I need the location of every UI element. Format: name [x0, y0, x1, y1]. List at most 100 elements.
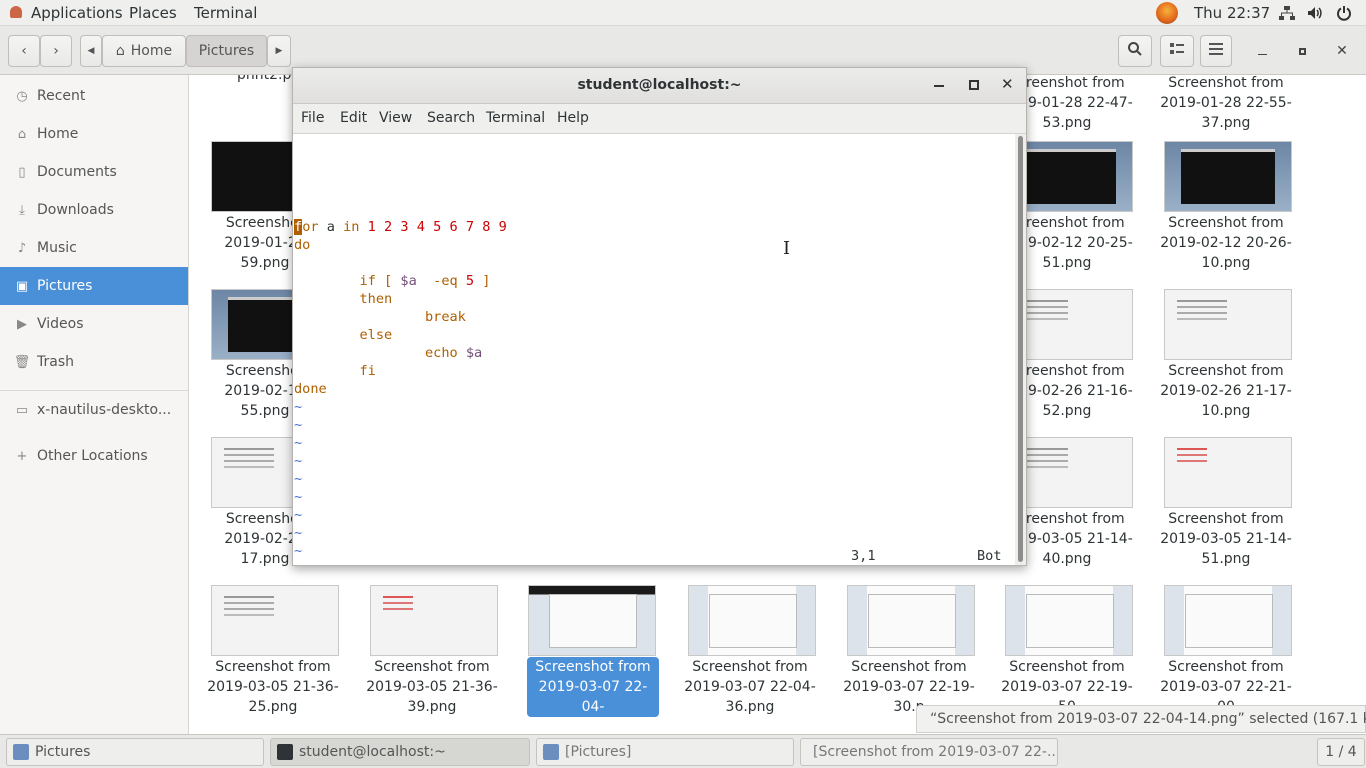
- sidebar-item-trash[interactable]: 🗑 Trash: [0, 343, 188, 381]
- chevron-left-icon: ‹: [21, 43, 27, 59]
- terminal-content[interactable]: for a in 1 2 3 4 5 6 7 8 9 do if [ $a -e…: [293, 134, 1015, 565]
- terminal-window[interactable]: student@localhost:~ ✕ File Edit View Sea…: [292, 67, 1027, 566]
- code-line: done: [294, 381, 327, 397]
- file-name: Screenshot from 2019-03-07 22-04- 36.png: [684, 659, 816, 715]
- sidebar-item-documents[interactable]: ▯ Documents: [0, 153, 188, 191]
- code-line: if [ $a -eq 5 ]: [294, 273, 491, 289]
- terminal-titlebar[interactable]: student@localhost:~ ✕: [293, 68, 1026, 104]
- terminal-maximize-button[interactable]: [969, 80, 979, 90]
- folder-icon: ▭: [15, 402, 29, 418]
- terminal-menu[interactable]: Terminal: [194, 4, 257, 22]
- network-icon[interactable]: [1278, 4, 1296, 22]
- file-thumbnail: [1164, 289, 1292, 360]
- sidebar-item-x-nautilus-desktop[interactable]: ▭ x-nautilus-deskto...: [0, 391, 188, 429]
- scrollbar-thumb[interactable]: [1018, 136, 1023, 562]
- terminal-menu-view[interactable]: View: [379, 110, 412, 126]
- terminal-menu-search[interactable]: Search: [427, 110, 475, 126]
- firefox-icon[interactable]: [1156, 2, 1178, 24]
- terminal-title: student@localhost:~: [577, 77, 742, 93]
- file-thumbnail: [528, 585, 656, 656]
- code-line: else: [294, 327, 393, 343]
- empty-line-marker: ~: [294, 543, 303, 559]
- task-pictures-2[interactable]: [Pictures]: [536, 738, 794, 766]
- terminal-menubar: File Edit View Search Terminal Help: [293, 104, 1026, 134]
- file-name: Screenshot from 2019-03-07 22-04- 14.png: [527, 657, 659, 734]
- maximize-icon: [1298, 47, 1306, 55]
- path-scroll-left-button[interactable]: ◀: [80, 35, 102, 67]
- forward-button[interactable]: ›: [40, 35, 72, 67]
- applications-menu[interactable]: Applications: [31, 4, 123, 22]
- terminal-menu-terminal[interactable]: Terminal: [486, 110, 545, 126]
- code-line: break: [294, 309, 466, 325]
- minimize-button[interactable]: [1254, 43, 1270, 59]
- file-name: Screenshot from 2019-03-05 21-36- 39.png: [366, 659, 498, 715]
- path-home-button[interactable]: ⌂ Home: [102, 35, 186, 67]
- sidebar-item-other-locations[interactable]: + Other Locations: [0, 437, 188, 475]
- minimize-icon: [1257, 53, 1267, 55]
- plus-icon: +: [16, 448, 28, 464]
- search-icon: [1127, 41, 1143, 61]
- triangle-right-icon: ▶: [275, 46, 283, 56]
- file-thumbnail: [847, 585, 975, 656]
- code-line: for a in 1 2 3 4 5 6 7 8 9: [294, 219, 507, 235]
- top-bar: Applications Places Terminal Thu 22:37: [0, 0, 1366, 26]
- file-thumbnail: [370, 585, 498, 656]
- text-cursor-icon: I: [783, 238, 791, 259]
- sidebar-item-recent[interactable]: ◷ Recent: [0, 77, 188, 115]
- trash-icon: 🗑: [13, 354, 31, 370]
- maximize-button[interactable]: [1294, 43, 1310, 59]
- selection-status: “Screenshot from 2019-03-07 22-04-14.png…: [916, 705, 1366, 733]
- file-name: Screenshot from 2019-01-28 22-55- 37.png: [1160, 75, 1292, 131]
- task-image-viewer[interactable]: [Screenshot from 2019-03-07 22-...: [800, 738, 1058, 766]
- text-cursor: f: [294, 219, 303, 235]
- task-pictures[interactable]: Pictures: [6, 738, 264, 766]
- video-icon: ▶: [17, 316, 27, 332]
- close-button[interactable]: ✕: [1334, 43, 1350, 59]
- back-button[interactable]: ‹: [8, 35, 40, 67]
- file-thumbnail: [688, 585, 816, 656]
- places-menu[interactable]: Places: [129, 4, 177, 22]
- code-line: fi: [294, 363, 376, 379]
- terminal-menu-help[interactable]: Help: [557, 110, 589, 126]
- document-icon: ▯: [18, 164, 26, 180]
- file-name: Screenshot from 2019-03-05 21-36- 25.png: [207, 659, 339, 715]
- clock-icon: ◷: [16, 88, 28, 104]
- search-button[interactable]: [1118, 35, 1152, 67]
- terminal-minimize-button[interactable]: [934, 85, 944, 87]
- sidebar-item-videos[interactable]: ▶ Videos: [0, 305, 188, 343]
- view-toggle-button[interactable]: [1160, 35, 1194, 67]
- file-name: Screenshot from 2019-02-12 20-26- 10.png: [1160, 215, 1292, 271]
- sidebar-item-music[interactable]: ♪ Music: [0, 229, 188, 267]
- places-sidebar: ◷ Recent ⌂ Home ▯ Documents ⤓ Downloads ♪ Mus…: [0, 75, 189, 734]
- sidebar-item-pictures[interactable]: ▣ Pictures: [0, 267, 188, 305]
- task-terminal[interactable]: student@localhost:~: [270, 738, 530, 766]
- clock[interactable]: Thu 22:37: [1194, 4, 1270, 22]
- volume-icon[interactable]: [1306, 4, 1324, 22]
- terminal-close-button[interactable]: ✕: [1001, 75, 1014, 93]
- power-icon[interactable]: [1335, 4, 1353, 22]
- file-manager-icon: [543, 744, 559, 760]
- workspace-pager[interactable]: 1 / 4: [1317, 738, 1365, 766]
- path-pictures-label: Pictures: [198, 43, 255, 59]
- empty-line-marker: ~: [294, 471, 303, 487]
- terminal-menu-file[interactable]: File: [301, 110, 324, 126]
- taskbar: Pictures student@localhost:~ [Pictures] …: [0, 734, 1366, 768]
- empty-line-marker: ~: [294, 435, 303, 451]
- file-name: Screenshot from 2019-02-26 21-17- 10.png: [1160, 363, 1292, 419]
- empty-line-marker: ~: [294, 525, 303, 541]
- hamburger-icon: [1209, 43, 1223, 59]
- terminal-menu-edit[interactable]: Edit: [340, 110, 367, 126]
- file-thumbnail: [1164, 585, 1292, 656]
- path-scroll-right-button[interactable]: ▶: [267, 35, 291, 67]
- file-name: phnt2.p: [237, 75, 292, 83]
- menu-button[interactable]: [1200, 35, 1232, 67]
- sidebar-item-home[interactable]: ⌂ Home: [0, 115, 188, 153]
- triangle-left-icon: ◀: [87, 46, 95, 56]
- sidebar-item-downloads[interactable]: ⤓ Downloads: [0, 191, 188, 229]
- file-thumbnail: [1005, 585, 1133, 656]
- terminal-scrollbar[interactable]: [1015, 134, 1026, 565]
- home-icon: ⌂: [115, 43, 125, 59]
- empty-line-marker: ~: [294, 417, 303, 433]
- music-icon: ♪: [17, 240, 27, 256]
- path-pictures-button[interactable]: Pictures: [186, 35, 267, 67]
